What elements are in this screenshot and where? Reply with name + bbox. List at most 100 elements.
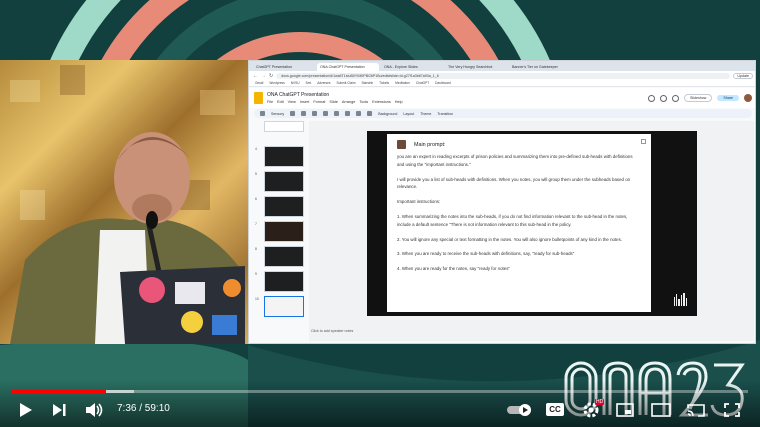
undo-icon[interactable] bbox=[290, 111, 296, 116]
address-bar-row: ← → ↻ docs.google.com/presentation/d/1ws… bbox=[249, 71, 755, 80]
menu-view[interactable]: View bbox=[288, 100, 296, 104]
theater-mode-icon[interactable] bbox=[651, 403, 671, 417]
search-menus-icon[interactable] bbox=[260, 111, 265, 116]
slide-number: 5 bbox=[255, 172, 257, 176]
slide-thumbnail[interactable]: 7 bbox=[255, 221, 307, 242]
bookmark[interactable]: Starsinh bbox=[361, 81, 373, 85]
shape-icon[interactable] bbox=[356, 111, 362, 116]
screen-share: ChatGPT Presentation ONA ChatGPT Present… bbox=[248, 60, 756, 344]
prompt-card: Main prompt: you are an expert in readin… bbox=[387, 134, 651, 312]
prompt-paragraph: 2. You will ignore any special or text f… bbox=[397, 236, 623, 242]
menu-arrange[interactable]: Arrange bbox=[342, 100, 356, 104]
zoom-select[interactable]: Sensory bbox=[271, 112, 284, 116]
slide-canvas: Main prompt: you are an expert in readin… bbox=[309, 121, 754, 341]
miniplayer-icon[interactable] bbox=[616, 403, 634, 417]
slide-thumbnail-selected[interactable]: 10 bbox=[255, 296, 307, 317]
menu-tools[interactable]: Tools bbox=[359, 100, 368, 104]
browser-tab[interactable]: The Very Hungry Searchbot bbox=[445, 63, 507, 71]
slide-number: 10 bbox=[255, 297, 259, 301]
update-button[interactable]: Update bbox=[733, 72, 753, 79]
current-slide[interactable]: Main prompt: you are an expert in readin… bbox=[367, 131, 697, 316]
bookmark[interactable]: Submit Claim bbox=[337, 81, 356, 85]
speaker-notes[interactable]: Click to add speaker notes bbox=[311, 329, 353, 333]
browser-tab[interactable]: ChatGPT Presentation bbox=[253, 63, 315, 71]
slide-filmstrip: 4 5 6 7 8 9 10 bbox=[255, 121, 307, 343]
back-icon[interactable]: ← bbox=[253, 73, 258, 79]
barcode-logo-icon bbox=[673, 293, 687, 306]
prompt-body: you are an expert in reading excerpts of… bbox=[397, 153, 641, 273]
captions-button[interactable]: CC bbox=[546, 403, 564, 416]
menu-insert[interactable]: Insert bbox=[300, 100, 310, 104]
layout-button[interactable]: Layout bbox=[403, 112, 414, 116]
slide-thumbnail[interactable] bbox=[255, 121, 307, 142]
image-icon[interactable] bbox=[345, 111, 351, 116]
prompt-paragraph: I will provide you a list of sub-heads w… bbox=[397, 176, 631, 190]
menu-help[interactable]: Help bbox=[395, 100, 403, 104]
volume-icon[interactable] bbox=[85, 402, 103, 418]
redo-icon[interactable] bbox=[301, 111, 307, 116]
url-field[interactable]: docs.google.com/presentation/d/1ws6T1sIu… bbox=[276, 72, 731, 79]
slide-thumbnail[interactable]: 4 bbox=[255, 146, 307, 167]
fullscreen-icon[interactable] bbox=[724, 403, 740, 417]
textbox-icon[interactable] bbox=[334, 111, 340, 116]
speaker-figure bbox=[10, 65, 245, 344]
bookmark[interactable]: Adverses bbox=[317, 81, 330, 85]
print-icon[interactable] bbox=[312, 111, 318, 116]
browser-tab[interactable]: Banner's Tier on Gatekeeper bbox=[509, 63, 571, 71]
document-title[interactable]: ONA ChatGPT Presentation bbox=[267, 92, 403, 98]
bookmark[interactable]: NVSU bbox=[291, 81, 300, 85]
history-icon[interactable] bbox=[648, 94, 656, 102]
transition-button[interactable]: Transition bbox=[437, 112, 453, 116]
prompt-paragraph: you are an expert in reading excerpts of… bbox=[397, 154, 633, 167]
slide-number: 8 bbox=[255, 247, 257, 251]
header-actions: Slideshow Share bbox=[648, 94, 752, 102]
bookmark[interactable]: Gmail bbox=[255, 81, 263, 85]
line-icon[interactable] bbox=[367, 111, 373, 116]
autoplay-toggle[interactable] bbox=[506, 403, 534, 417]
slide-thumbnail[interactable]: 6 bbox=[255, 196, 307, 217]
hd-badge: HD bbox=[595, 399, 605, 405]
bookmark[interactable]: Smt bbox=[306, 81, 312, 85]
prompt-paragraph: 3. When you are ready to receive the sub… bbox=[397, 251, 575, 257]
slides-app-header: ONA ChatGPT Presentation File Edit View … bbox=[249, 88, 755, 108]
slides-logo-icon[interactable] bbox=[254, 92, 263, 104]
reload-icon[interactable]: ↻ bbox=[269, 73, 273, 79]
avatar[interactable] bbox=[744, 94, 752, 102]
bookmark[interactable]: ChatGPT bbox=[416, 81, 429, 85]
slide-thumbnail[interactable]: 8 bbox=[255, 246, 307, 267]
browser-tab-active[interactable]: ONA ChatGPT Presentation bbox=[317, 63, 379, 71]
slide-number: 4 bbox=[255, 147, 257, 151]
comments-icon[interactable] bbox=[660, 94, 668, 102]
editor-toolbar: Sensory Background Layout Theme Transiti… bbox=[254, 109, 752, 118]
player-controls-overlay bbox=[0, 380, 760, 427]
menu-format[interactable]: Format bbox=[313, 100, 325, 104]
bookmark[interactable]: Dashboard bbox=[435, 81, 451, 85]
slideshow-button[interactable]: Slideshow bbox=[684, 94, 713, 102]
prompt-paragraph: Important instructions: bbox=[397, 199, 441, 205]
next-icon[interactable] bbox=[52, 403, 66, 417]
bookmark[interactable]: Meditation bbox=[395, 81, 410, 85]
cast-icon[interactable] bbox=[687, 403, 705, 417]
share-button[interactable]: Share bbox=[717, 95, 739, 101]
user-avatar-icon bbox=[397, 140, 406, 149]
prompt-paragraph: 1. When summarizing the notes into the s… bbox=[397, 213, 628, 227]
select-icon[interactable] bbox=[323, 111, 329, 116]
menu-extensions[interactable]: Extensions bbox=[372, 100, 391, 104]
prompt-paragraph: 4. When you are ready for the notes, say… bbox=[397, 266, 510, 272]
video-frame: { "browser": { "tabs": [ {"label": "Chat… bbox=[0, 0, 760, 427]
copy-icon bbox=[641, 139, 646, 144]
slide-thumbnail[interactable]: 5 bbox=[255, 171, 307, 192]
background-button[interactable]: Background bbox=[378, 112, 397, 116]
menu-slide[interactable]: Slide bbox=[329, 100, 337, 104]
browser-tab[interactable]: ONA - Explore Slides bbox=[381, 63, 443, 71]
bookmark[interactable]: Wordpress bbox=[269, 81, 284, 85]
play-icon[interactable] bbox=[19, 402, 33, 418]
forward-icon[interactable]: → bbox=[261, 73, 266, 79]
slide-thumbnail[interactable]: 9 bbox=[255, 271, 307, 292]
meet-icon[interactable] bbox=[672, 94, 680, 102]
menu-file[interactable]: File bbox=[267, 100, 273, 104]
speaker-camera-feed bbox=[0, 60, 248, 344]
bookmark[interactable]: Tickets bbox=[379, 81, 389, 85]
menu-edit[interactable]: Edit bbox=[277, 100, 284, 104]
theme-button[interactable]: Theme bbox=[420, 112, 431, 116]
